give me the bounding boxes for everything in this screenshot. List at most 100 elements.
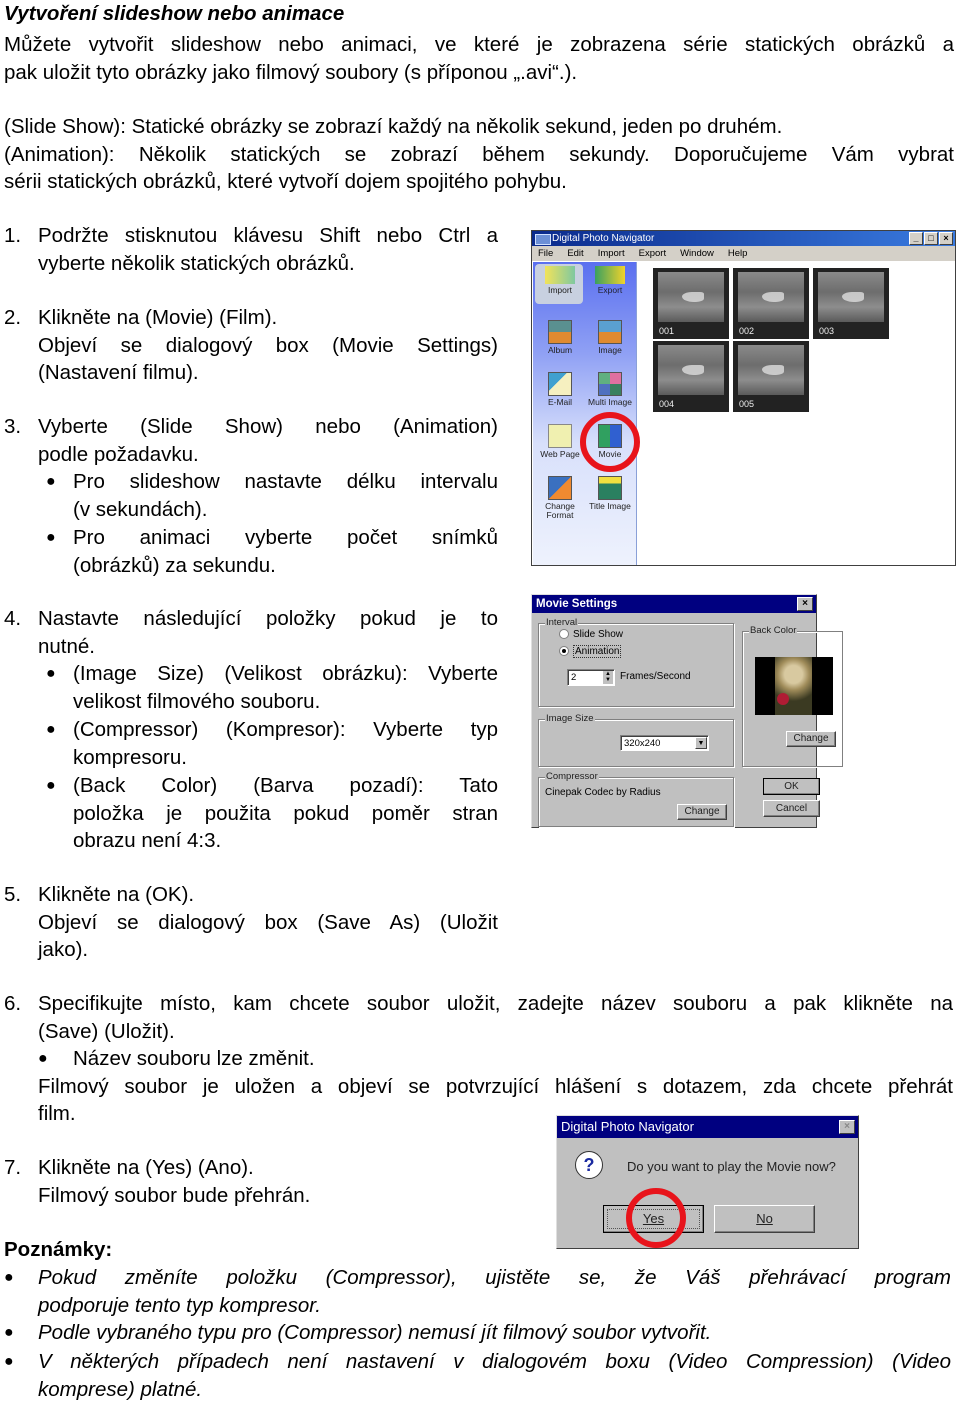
preview-photo: [775, 657, 812, 715]
no-button[interactable]: No: [714, 1205, 815, 1233]
maximize-button[interactable]: □: [924, 232, 938, 245]
thumbnail-image: [738, 345, 804, 395]
no-label: No: [756, 1211, 773, 1226]
sidebar-label: Multi Image: [588, 397, 632, 407]
step-number: 7.: [4, 1156, 22, 1179]
note-text: V některých případech není nastavení v d…: [38, 1350, 951, 1373]
step-text: Nastavte následující položky pokud je to: [38, 607, 498, 630]
thumbnail[interactable]: 004: [653, 341, 729, 412]
step-4: 4. Nastavte následující položky pokud je…: [0, 605, 520, 855]
intro-line: pak uložit tyto obrázky jako filmový sou…: [4, 60, 578, 84]
note-item: ● Pokud změníte položku (Compressor), uj…: [0, 1264, 960, 1319]
step-text: Klikněte na (Movie) (Film).: [38, 306, 278, 329]
menu-edit[interactable]: Edit: [567, 246, 583, 261]
sidebar-item-multi-image[interactable]: Multi Image: [587, 372, 633, 407]
image-size-value: 320x240: [624, 738, 661, 749]
dialog-titlebar: Movie Settings ×: [532, 595, 816, 613]
menu-import[interactable]: Import: [598, 246, 625, 261]
radio-animation[interactable]: Animation: [559, 645, 622, 658]
thumbnail[interactable]: 001: [653, 268, 729, 339]
back-color-preview: [755, 657, 833, 715]
image-size-select[interactable]: 320x240 ▼: [620, 735, 709, 751]
menu-export[interactable]: Export: [639, 246, 666, 261]
note-text: Pokud změníte položku (Compressor), ujis…: [38, 1266, 951, 1289]
navigator-titlebar: Digital Photo Navigator _ □ ×: [532, 231, 955, 246]
sidebar-item-email[interactable]: E-Mail: [537, 372, 583, 407]
group-label: Back Color: [749, 625, 798, 636]
ok-button[interactable]: OK: [763, 778, 820, 795]
sidebar-item-import[interactable]: Import: [537, 266, 583, 295]
step-text: Objeví se dialogový box (Save As) (Uloži…: [38, 910, 498, 934]
fps-spinner[interactable]: ▲ ▼: [603, 671, 613, 684]
close-button[interactable]: ×: [797, 597, 813, 611]
bullet-text: Pro slideshow nastavte délku intervalu: [73, 470, 498, 493]
bullet-text: (Compressor) (Kompresor): Vyberte typ: [73, 718, 498, 741]
compressor-group: Compressor Cinepak Codec by Radius Chang…: [538, 771, 734, 827]
sidebar-label: Image: [598, 345, 622, 355]
bullet-text: obrazu není 4:3.: [73, 829, 222, 852]
bullet-text: kompresoru.: [73, 745, 187, 769]
navigator-window: Digital Photo Navigator _ □ × File Edit …: [531, 230, 956, 566]
chevron-down-icon[interactable]: ▼: [695, 737, 707, 749]
modes-line: sérii statických obrázků, které vytvoří …: [4, 170, 567, 193]
confirm-dialog: Digital Photo Navigator × ? Do you want …: [556, 1115, 859, 1249]
step-text: Filmový soubor je uložen a objeví se pot…: [38, 1074, 953, 1098]
thumbnail-label: 001: [659, 326, 675, 336]
step-text: Podržte stisknutou klávesu Shift nebo Ct…: [38, 224, 498, 247]
compressor-value: Cinepak Codec by Radius: [545, 787, 661, 798]
sidebar-item-change-format[interactable]: Change Format: [537, 476, 583, 520]
step-text: Klikněte na (Yes) (Ano).: [38, 1156, 254, 1179]
sidebar-item-title-image[interactable]: Title Image: [587, 476, 633, 511]
menu-window[interactable]: Window: [680, 246, 714, 261]
note-text: podporuje tento typ kompresor.: [38, 1293, 321, 1317]
step-text: Filmový soubor bude přehrán.: [38, 1183, 311, 1207]
thumbnail[interactable]: 005: [733, 341, 809, 412]
dialog-message: Do you want to play the Movie now?: [627, 1159, 836, 1174]
sidebar-label: Web Page: [540, 449, 580, 459]
thumbnail-image: [818, 272, 884, 322]
compressor-change-button[interactable]: Change: [677, 804, 727, 820]
menu-file[interactable]: File: [538, 246, 553, 261]
bullet-icon: ●: [46, 529, 56, 546]
thumbnail[interactable]: 003: [813, 268, 889, 339]
menu-help[interactable]: Help: [728, 246, 748, 261]
cancel-button[interactable]: Cancel: [763, 800, 820, 817]
step-text: Specifikujte místo, kam chcete soubor ul…: [38, 992, 953, 1015]
intro-paragraph: Můžete vytvořit slideshow nebo animaci, …: [4, 31, 954, 86]
step-7: 7. Klikněte na (Yes) (Ano). Filmový soub…: [0, 1154, 520, 1214]
group-label: Interval: [545, 617, 579, 628]
image-icon: [598, 320, 622, 344]
radio-button[interactable]: [559, 646, 569, 657]
notes-list: ● Pokud změníte položku (Compressor), uj…: [0, 1264, 960, 1403]
album-icon: [548, 320, 572, 344]
minimize-button[interactable]: _: [909, 232, 923, 245]
fps-input[interactable]: 2 ▲ ▼: [567, 669, 615, 686]
step-number: 2.: [4, 306, 22, 329]
step-6: 6. Specifikujte místo, kam chcete soubor…: [0, 990, 960, 1130]
sidebar-label: Export: [597, 285, 623, 295]
bullet-icon: ●: [46, 721, 56, 738]
change-format-icon: [548, 476, 572, 500]
radio-slide-show[interactable]: Slide Show: [559, 629, 623, 640]
export-icon: [595, 266, 625, 284]
close-button[interactable]: ×: [939, 232, 953, 245]
thumbnail-label: 004: [659, 399, 675, 409]
thumbnail[interactable]: 002: [733, 268, 809, 339]
thumbnail-label: 003: [819, 326, 835, 336]
bullet-icon: ●: [4, 1269, 14, 1286]
close-button[interactable]: ×: [839, 1120, 855, 1134]
sidebar-item-export[interactable]: Export: [587, 266, 633, 295]
radio-button[interactable]: [559, 629, 569, 640]
window-title: Digital Photo Navigator: [552, 233, 655, 244]
step-number: 1.: [4, 224, 22, 247]
sidebar-item-web-page[interactable]: Web Page: [537, 424, 583, 459]
sidebar-label: Change Format: [545, 501, 575, 520]
thumbnail-label: 005: [739, 399, 755, 409]
note-text: komprese) platné.: [38, 1377, 203, 1401]
sidebar-item-image[interactable]: Image: [587, 320, 633, 355]
sidebar-item-album[interactable]: Album: [537, 320, 583, 355]
modes-paragraph: (Slide Show): Statické obrázky se zobraz…: [4, 113, 954, 196]
radio-label: Animation: [573, 645, 622, 658]
back-color-change-button[interactable]: Change: [786, 731, 836, 747]
thumbnail-image: [738, 272, 804, 322]
